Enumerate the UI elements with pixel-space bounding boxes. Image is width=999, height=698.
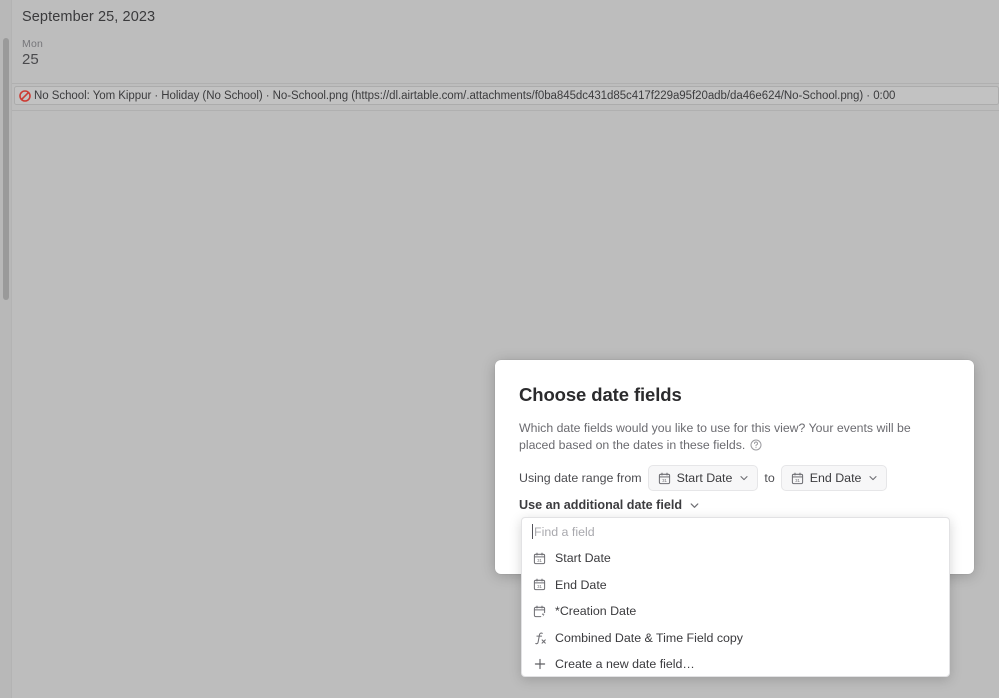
svg-text:31: 31: [662, 478, 667, 483]
calendar-event-label: No School: Yom Kippur · Holiday (No Scho…: [34, 89, 896, 102]
chevron-down-icon: [739, 473, 749, 483]
text-caret: [532, 524, 533, 539]
field-picker-dropdown: Find a field 31 Start Date 31 End Date *…: [521, 517, 950, 677]
end-date-field-button[interactable]: 31 End Date: [780, 465, 888, 491]
calendar-day-header: September 25, 2023 Mon 25: [12, 0, 999, 82]
field-option-label: Start Date: [555, 551, 611, 566]
question-circle-icon[interactable]: [750, 439, 762, 451]
formula-icon: [532, 631, 547, 645]
field-option-label: End Date: [555, 577, 607, 592]
chevron-down-icon: [868, 473, 878, 483]
use-additional-date-field-toggle[interactable]: Use an additional date field: [519, 498, 700, 512]
use-additional-date-field-label: Use an additional date field: [519, 498, 683, 512]
start-date-field-button[interactable]: 31 Start Date: [647, 465, 759, 491]
day-number: 25: [22, 51, 39, 68]
calendar-icon: 31: [658, 472, 671, 485]
page-title: September 25, 2023: [22, 9, 156, 25]
field-option-label: Create a new date field…: [555, 657, 695, 672]
field-option-label: Combined Date & Time Field copy: [555, 630, 744, 645]
field-search-input[interactable]: Find a field: [534, 525, 595, 539]
vertical-scrollbar-thumb[interactable]: [3, 38, 9, 300]
field-option-create-new-date-field[interactable]: Create a new date field…: [522, 651, 949, 676]
range-prefix-label: Using date range from: [519, 471, 642, 485]
chevron-down-icon: [689, 500, 700, 511]
field-option-combined-date-time-field-copy[interactable]: Combined Date & Time Field copy: [522, 625, 949, 652]
svg-text:31: 31: [795, 478, 800, 483]
field-search-row[interactable]: Find a field: [522, 518, 949, 545]
dialog-title: Choose date fields: [519, 384, 682, 405]
calendar-event-chip[interactable]: No School: Yom Kippur · Holiday (No Scho…: [14, 86, 999, 105]
field-option-label: *Creation Date: [555, 604, 637, 619]
no-entry-icon: [19, 89, 31, 102]
calendar-icon: 31: [532, 552, 547, 565]
svg-text:31: 31: [537, 558, 542, 563]
calendar-icon: 31: [791, 472, 804, 485]
weekday-label: Mon: [22, 38, 44, 50]
start-date-field-label: Start Date: [676, 471, 733, 485]
field-option-end-date[interactable]: 31 End Date: [522, 572, 949, 599]
end-date-field-label: End Date: [809, 471, 862, 485]
dialog-description-text: Which date fields would you like to use …: [519, 421, 911, 452]
calendar-bolt-icon: [532, 605, 547, 618]
range-separator-label: to: [764, 471, 775, 485]
field-option-creation-date[interactable]: *Creation Date: [522, 598, 949, 625]
calendar-icon: 31: [532, 578, 547, 591]
field-option-start-date[interactable]: 31 Start Date: [522, 545, 949, 572]
plus-icon: [532, 657, 547, 671]
dialog-description: Which date fields would you like to use …: [519, 420, 927, 454]
vertical-scrollbar-track[interactable]: [0, 0, 12, 698]
date-range-row: Using date range from 31 Start Date to 3…: [519, 465, 893, 491]
svg-text:31: 31: [537, 584, 542, 589]
